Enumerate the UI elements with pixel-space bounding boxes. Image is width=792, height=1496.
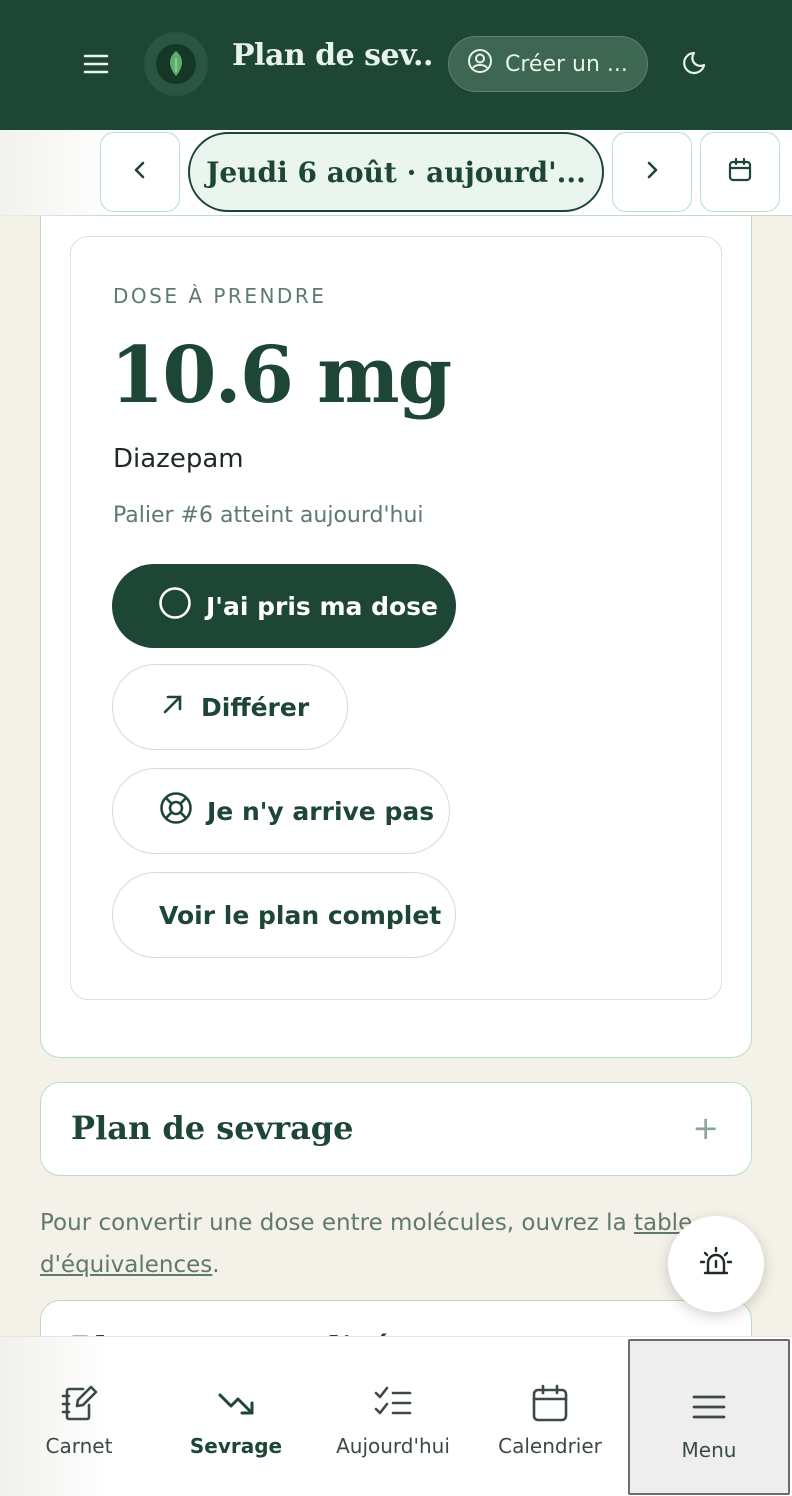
user-circle-icon <box>467 48 493 80</box>
plus-icon: + <box>692 1109 719 1147</box>
cannot-do-button[interactable]: Je n'y arrive pas <box>112 768 450 854</box>
leaf-icon <box>156 44 196 84</box>
nav-item-aujourdhui[interactable]: Aujourd'hui <box>314 1337 472 1496</box>
circle-icon <box>158 586 192 626</box>
checklist-icon <box>373 1383 413 1428</box>
nav-label-calendrier: Calendrier <box>498 1434 602 1458</box>
defer-button[interactable]: Différer <box>112 664 348 750</box>
dose-taken-label: J'ai pris ma dose <box>206 591 439 621</box>
step-note: Palier #6 atteint aujourd'hui <box>113 503 424 528</box>
create-account-button[interactable]: Créer un ... <box>448 36 648 92</box>
plan-accordion-title: Plan de sevrage <box>71 1109 354 1147</box>
emergency-alarm-button[interactable] <box>668 1216 764 1312</box>
nav-item-calendrier[interactable]: Calendrier <box>471 1337 629 1496</box>
conversion-hint-text: Pour convertir une dose entre molécules,… <box>40 1210 634 1236</box>
nav-item-sevrage[interactable]: Sevrage <box>157 1337 315 1496</box>
next-day-button[interactable] <box>612 132 692 212</box>
conversion-hint-end: . <box>212 1252 220 1278</box>
dose-taken-button[interactable]: J'ai pris ma dose <box>112 564 456 648</box>
trending-down-icon <box>216 1383 256 1428</box>
date-navigation: Jeudi 6 août · aujourd'... <box>0 130 792 216</box>
hamburger-icon[interactable] <box>72 42 120 86</box>
bottom-navigation: Carnet Sevrage Aujourd'hui Calendrier Me… <box>0 1336 792 1496</box>
menu-icon <box>689 1387 729 1432</box>
moon-icon <box>682 48 710 80</box>
nav-item-menu[interactable]: Menu <box>628 1339 790 1495</box>
create-account-label: Créer un ... <box>505 51 628 77</box>
nav-label-aujourdhui: Aujourd'hui <box>336 1434 450 1458</box>
defer-label: Différer <box>201 692 310 722</box>
dose-value: 10.6 mg <box>110 330 452 421</box>
cannot-do-label: Je n'y arrive pas <box>207 796 435 826</box>
chevron-right-icon <box>644 158 660 186</box>
plan-accordion[interactable]: Plan de sevrage + <box>40 1082 752 1176</box>
previous-day-button[interactable] <box>100 132 180 212</box>
calendar-picker-button[interactable] <box>700 132 780 212</box>
app-title: Plan de sev... <box>232 38 432 73</box>
calendar-icon <box>726 156 754 188</box>
current-date-label[interactable]: Jeudi 6 août · aujourd'... <box>188 132 604 212</box>
app-logo <box>144 32 208 96</box>
drug-name: Diazepam <box>113 444 244 474</box>
full-plan-button[interactable]: Voir le plan complet <box>112 872 456 958</box>
nav-label-sevrage: Sevrage <box>189 1434 283 1458</box>
nav-label-carnet: Carnet <box>45 1434 113 1458</box>
theme-toggle-button[interactable] <box>672 40 720 88</box>
conversion-hint: Pour convertir une dose entre molécules,… <box>40 1202 720 1286</box>
arrow-up-right-icon <box>159 690 187 724</box>
alarm-siren-icon <box>696 1242 736 1286</box>
notebook-pen-icon <box>59 1383 99 1428</box>
dose-label: DOSE À PRENDRE <box>113 284 327 308</box>
calendar-icon <box>530 1383 570 1428</box>
full-plan-label: Voir le plan complet <box>159 900 442 930</box>
app-header: Plan de sev... Créer un ... <box>0 0 792 130</box>
lifebuoy-icon <box>159 791 193 831</box>
chevron-left-icon <box>132 158 148 186</box>
nav-label-menu: Menu <box>681 1438 737 1462</box>
nav-item-carnet[interactable]: Carnet <box>0 1337 158 1496</box>
